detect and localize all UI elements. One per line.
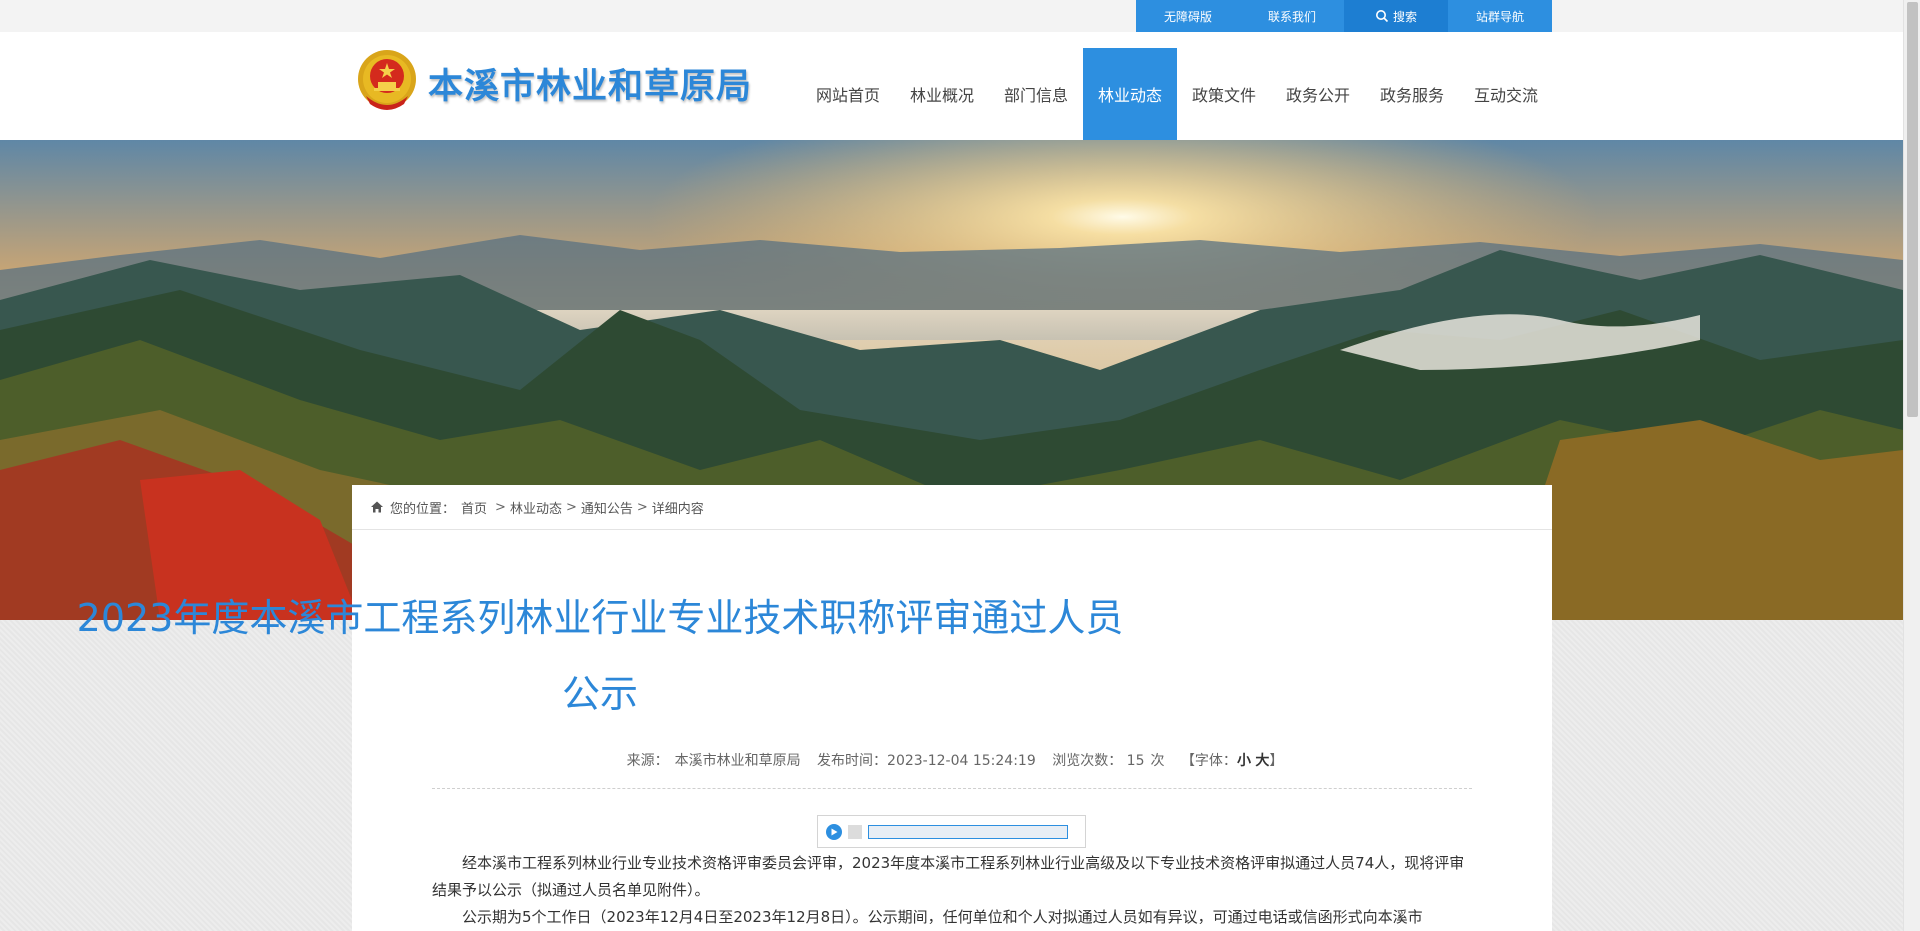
scrollbar-thumb[interactable] [1907, 2, 1918, 417]
article-title: 2023年度本溪市工程系列林业行业专业技术职称评审通过人员公示 [76, 596, 1124, 716]
nav-item-overview[interactable]: 林业概况 [895, 48, 989, 140]
article-meta: 来源： 本溪市林业和草原局 发布时间：2023-12-04 15:24:19 浏览… [352, 750, 1552, 770]
top-links: 无障碍版 联系我们 搜索 站群导航 [1136, 0, 1552, 32]
article-paragraph: 公示期为5个工作日（2023年12月4日至2023年12月8日）。公示期间，任何… [462, 908, 1423, 926]
play-button[interactable] [826, 823, 842, 840]
top-utility-bar [0, 0, 1903, 32]
audio-player [817, 815, 1086, 848]
national-emblem-icon [358, 50, 416, 110]
publish-time: 发布时间：2023-12-04 15:24:19 [817, 753, 1036, 769]
breadcrumb: 您的位置： 首页 > 林业动态 > 通知公告 > 详细内容 [352, 485, 1552, 530]
breadcrumb-news[interactable]: 林业动态 [510, 498, 562, 517]
article-body: 经本溪市工程系列林业行业专业技术资格评审委员会评审，2023年度本溪市工程系列林… [432, 850, 1472, 931]
breadcrumb-separator: > [495, 499, 506, 515]
nav-item-home[interactable]: 网站首页 [801, 48, 895, 140]
main-nav: 网站首页 林业概况 部门信息 林业动态 政策文件 政务公开 政务服务 互动交流 [801, 48, 1553, 140]
audio-progress-bar[interactable] [868, 824, 1068, 839]
nav-item-services[interactable]: 政务服务 [1365, 48, 1459, 140]
nav-item-interaction[interactable]: 互动交流 [1459, 48, 1553, 140]
font-large-button[interactable]: 大 [1255, 753, 1269, 769]
source-info: 来源： 本溪市林业和草原局 [626, 753, 801, 769]
search-link[interactable]: 搜索 [1344, 0, 1448, 32]
contact-us-link[interactable]: 联系我们 [1240, 0, 1344, 32]
breadcrumb-separator: > [565, 499, 577, 515]
nav-item-public-affairs[interactable]: 政务公开 [1271, 48, 1365, 140]
play-icon [831, 828, 838, 835]
meta-divider [432, 788, 1472, 789]
accessible-version-link[interactable]: 无障碍版 [1136, 0, 1240, 32]
page-scrollbar[interactable] [1903, 0, 1920, 931]
breadcrumb-notices[interactable]: 通知公告 [581, 498, 633, 517]
view-count: 浏览次数： 15 次 [1052, 753, 1165, 769]
breadcrumb-separator: > [636, 499, 648, 515]
font-small-button[interactable]: 小 [1237, 753, 1251, 769]
nav-item-news[interactable]: 林业动态 [1083, 48, 1177, 140]
breadcrumb-prefix: 您的位置： [390, 501, 456, 517]
article-paragraph: 经本溪市工程系列林业行业专业技术资格评审委员会评审，2023年度本溪市工程系列林… [432, 854, 1465, 899]
home-icon [371, 501, 383, 513]
search-icon [1375, 10, 1389, 23]
site-title[interactable]: 本溪市林业和草原局 [428, 58, 752, 109]
site-group-nav-link[interactable]: 站群导航 [1448, 0, 1552, 32]
stop-button[interactable] [848, 824, 862, 839]
breadcrumb-detail: 详细内容 [651, 501, 704, 517]
nav-item-policies[interactable]: 政策文件 [1177, 48, 1271, 140]
breadcrumb-home[interactable]: 首页 [461, 498, 487, 517]
font-size-control: 【字体：小 大】 [1180, 753, 1284, 769]
nav-item-departments[interactable]: 部门信息 [989, 48, 1083, 140]
